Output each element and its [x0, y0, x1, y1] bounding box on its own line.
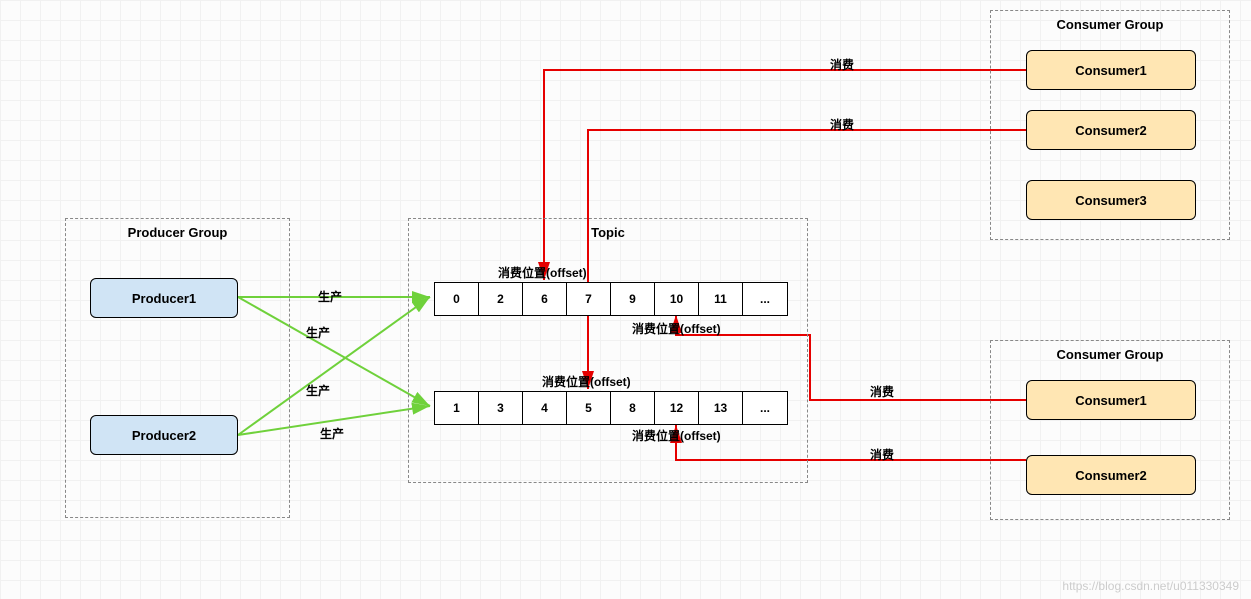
queue-cell: 11 [699, 283, 743, 315]
queue-row-1: 1 3 4 5 8 12 13 ... [434, 391, 788, 425]
consumer-bottom-1-label: Consumer1 [1075, 393, 1147, 408]
queue-cell: 9 [611, 283, 655, 315]
queue-cell: ... [743, 283, 787, 315]
consumer-top-3: Consumer3 [1026, 180, 1196, 220]
queue-cell: 7 [567, 283, 611, 315]
consume-label: 消费 [830, 56, 854, 73]
producer2-node: Producer2 [90, 415, 238, 455]
consume-label: 消费 [830, 116, 854, 133]
consumer-top-2: Consumer2 [1026, 110, 1196, 150]
queue-cell: 3 [479, 392, 523, 424]
consumer-bottom-1: Consumer1 [1026, 380, 1196, 420]
watermark-text: https://blog.csdn.net/u011330349 [1062, 579, 1239, 593]
topic-box: Topic [408, 218, 808, 483]
consumer-group-bottom-title: Consumer Group [991, 347, 1229, 362]
consume-label: 消费 [870, 446, 894, 463]
queue-cell: 5 [567, 392, 611, 424]
consumer-bottom-2: Consumer2 [1026, 455, 1196, 495]
topic-title: Topic [409, 225, 807, 240]
consume-label: 消费 [870, 383, 894, 400]
produce-label: 生产 [306, 382, 330, 399]
queue-cell: 8 [611, 392, 655, 424]
consumer-bottom-2-label: Consumer2 [1075, 468, 1147, 483]
queue-cell: 2 [479, 283, 523, 315]
produce-label: 生产 [320, 425, 344, 442]
consumer-top-1-label: Consumer1 [1075, 63, 1147, 78]
produce-label: 生产 [306, 324, 330, 341]
queue-cell: 0 [435, 283, 479, 315]
offset-label-q1-top: 消费位置(offset) [498, 264, 587, 281]
queue-cell: 6 [523, 283, 567, 315]
producer1-node: Producer1 [90, 278, 238, 318]
queue-cell: 1 [435, 392, 479, 424]
consumer-top-3-label: Consumer3 [1075, 193, 1147, 208]
queue-cell: 13 [699, 392, 743, 424]
consumer-group-top-title: Consumer Group [991, 17, 1229, 32]
queue-cell: 10 [655, 283, 699, 315]
producer1-label: Producer1 [132, 291, 196, 306]
offset-label-q1-bot: 消费位置(offset) [632, 320, 721, 337]
queue-cell: 12 [655, 392, 699, 424]
queue-row-0: 0 2 6 7 9 10 11 ... [434, 282, 788, 316]
producer2-label: Producer2 [132, 428, 196, 443]
producer-group-box: Producer Group [65, 218, 290, 518]
queue-cell: ... [743, 392, 787, 424]
consumer-top-1: Consumer1 [1026, 50, 1196, 90]
queue-cell: 4 [523, 392, 567, 424]
consumer-top-2-label: Consumer2 [1075, 123, 1147, 138]
offset-label-q2-bot: 消费位置(offset) [632, 427, 721, 444]
producer-group-title: Producer Group [66, 225, 289, 240]
offset-label-q2-top: 消费位置(offset) [542, 373, 631, 390]
produce-label: 生产 [318, 288, 342, 305]
